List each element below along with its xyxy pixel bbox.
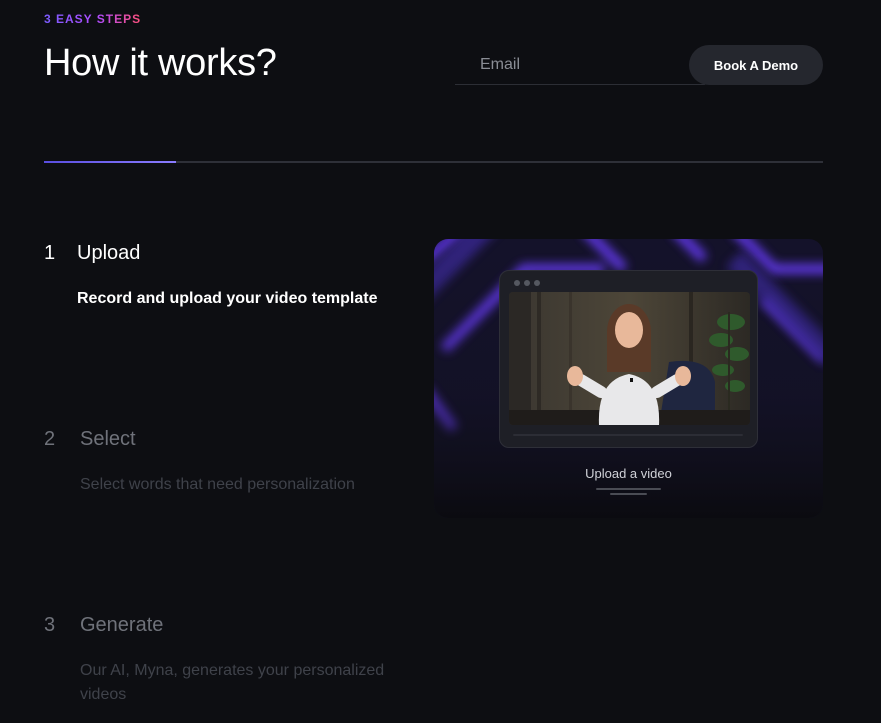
step-header: 2 Select [44,428,424,451]
window-dot-icon [514,280,520,286]
step-number: 2 [44,428,56,450]
caption-underline [610,493,647,495]
email-input[interactable] [455,45,705,84]
step-upload[interactable]: 1 Upload Record and upload your video te… [44,242,424,311]
step-generate[interactable]: 3 Generate Our AI, Myna, generates your … [44,614,424,707]
email-field-wrapper [455,45,705,85]
step-header: 1 Upload [44,242,424,265]
step-number: 3 [44,614,56,636]
steps-progress-track [44,161,823,163]
window-progress-bar [513,434,743,436]
step-number: 1 [44,242,56,264]
step-title: Upload [77,242,141,264]
step-description: Select words that need personalization [80,476,355,493]
upload-preview-card: Upload a video [434,239,823,518]
window-dot-icon [524,280,530,286]
step-select[interactable]: 2 Select Select words that need personal… [44,428,424,497]
presenter-image [509,292,750,425]
step-description: Our AI, Myna, generates your personalize… [80,662,385,703]
app-window-mockup [499,270,758,448]
eyebrow-label: 3 EASY STEPS [44,12,142,26]
step-description: Record and upload your video template [77,290,378,307]
caption-underline [596,488,661,490]
book-demo-button[interactable]: Book A Demo [689,45,823,85]
steps-progress-fill [44,161,177,163]
window-dots [514,280,540,286]
step-header: 3 Generate [44,614,424,637]
how-it-works-section: 3 EASY STEPS How it works? Book A Demo 1… [0,0,881,723]
video-thumbnail[interactable] [509,292,750,425]
step-title: Generate [80,614,164,636]
window-dot-icon [534,280,540,286]
upload-caption: Upload a video [585,466,672,481]
page-title: How it works? [44,42,277,84]
step-title: Select [80,428,136,450]
